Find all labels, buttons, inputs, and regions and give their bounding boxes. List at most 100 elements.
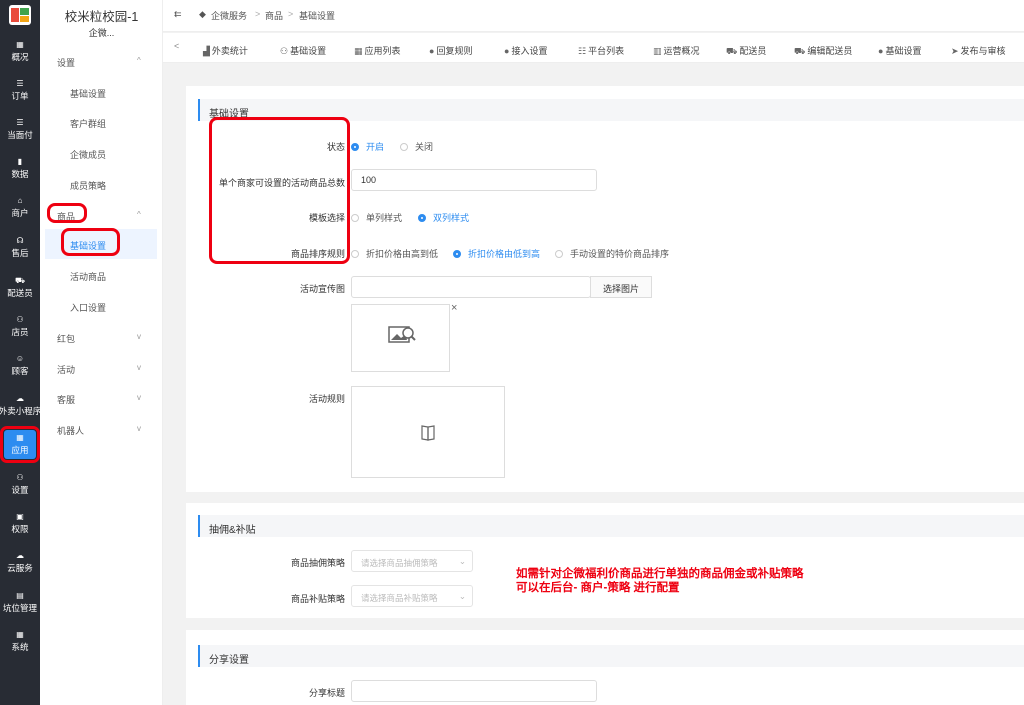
user-icon: ⚇	[280, 46, 289, 56]
school-subtitle: 企微...	[88, 28, 115, 38]
rail-item-system[interactable]: ▦ 系统	[0, 630, 40, 653]
rail-item-after-sales[interactable]: ☊ 售后	[0, 236, 40, 259]
highlight-basic-options	[209, 117, 350, 264]
commission-strategy-select[interactable]: 请选择商品抽佣策略 ⌄	[351, 550, 473, 572]
tab-edit-courier[interactable]: ⛟ 编辑配送员	[794, 44, 852, 58]
breadcrumb-separator: >	[255, 9, 261, 19]
sort-manual-radio[interactable]: 手动设置的特价商品排序	[555, 247, 669, 260]
bar-chart-icon: ▮	[17, 157, 23, 166]
sidebar-item-activity-goods[interactable]: 活动商品	[70, 270, 106, 283]
radio-unchecked-icon	[351, 250, 359, 258]
app-logo[interactable]	[9, 5, 31, 25]
sidebar-item-wecom-members[interactable]: 企微成员	[70, 148, 106, 161]
cloud-icon: ☁	[16, 551, 24, 560]
sidebar-group-settings[interactable]: 设置 ^	[57, 56, 141, 69]
tab-scroll-left-icon[interactable]: <	[174, 41, 179, 51]
remove-image-icon[interactable]: ×	[451, 302, 457, 314]
truck-icon: ⛟	[794, 46, 806, 56]
lock-icon: ▣	[16, 512, 24, 521]
smile-icon: ☺	[15, 354, 25, 363]
tab-access-settings[interactable]: ● 接入设置	[504, 44, 547, 57]
tab-app-list[interactable]: ▦ 应用列表	[354, 44, 401, 57]
breadcrumb-wecom[interactable]: 企微服务	[211, 9, 247, 22]
rail-item-slots[interactable]: ▤ 坑位管理	[0, 591, 40, 614]
sidebar-group-robot[interactable]: 机器人 v	[57, 424, 141, 437]
apps-icon: ▦	[16, 433, 24, 442]
tab-bar: < ▟ 外卖统计 ⚇ 基础设置 ▦ 应用列表 ● 回复规则 ● 接入设置 ☷ 平台列表 ▥ 运…	[163, 33, 1024, 63]
share-title-input[interactable]	[351, 680, 597, 702]
breadcrumb-goods[interactable]: 商品	[265, 9, 283, 22]
chevron-down-icon: ⌄	[458, 556, 466, 566]
status-on-radio[interactable]: 开启	[351, 140, 384, 153]
rules-label: 活动规则	[308, 394, 345, 404]
sidebar-group-activity[interactable]: 活动 v	[57, 363, 141, 376]
school-name: 校米粒校园-1	[64, 10, 139, 24]
rail-item-overview[interactable]: ▦ 概况	[0, 40, 40, 63]
sort-high-low-radio[interactable]: 折扣价格由高到低	[351, 247, 438, 260]
store-icon: ⌂	[17, 196, 23, 205]
rail-item-permissions[interactable]: ▣ 权限	[0, 512, 40, 535]
radio-unchecked-icon	[400, 143, 408, 151]
rail-item-orders[interactable]: ☰ 订单	[0, 79, 40, 102]
tab-publish-review[interactable]: ➤ 发布与审核	[951, 44, 1006, 57]
tab-reply-rules[interactable]: ● 回复规则	[429, 44, 472, 57]
section-title-share: 分享设置	[198, 645, 1024, 667]
sidebar-group-red-packet[interactable]: 红包 v	[57, 332, 141, 345]
windows-icon: ▦	[16, 630, 24, 639]
radio-unchecked-icon	[555, 250, 563, 258]
document-icon: ▤	[16, 591, 24, 600]
sidebar-item-member-strategy[interactable]: 成员策略	[70, 179, 106, 192]
app-rail: ▦ 概况 ☰ 订单 ☰ 当面付 ▮ 数据 ⌂ 商户 ☊ 售后 ⛟ 配送员 ⚇ 店员 ☺ 顾客 ☁ 外…	[0, 0, 41, 705]
sidebar-group-service[interactable]: 客服 v	[57, 393, 141, 406]
rail-item-courier[interactable]: ⛟ 配送员	[0, 276, 40, 299]
radio-checked-icon	[418, 214, 426, 222]
chevron-down-icon: v	[137, 424, 141, 433]
tab-operation-overview[interactable]: ▥ 运营概况	[653, 44, 700, 57]
rail-item-face-pay[interactable]: ☰ 当面付	[0, 118, 40, 141]
sort-low-high-radio[interactable]: 折扣价格由低到高	[453, 247, 540, 260]
rail-item-data[interactable]: ▮ 数据	[0, 157, 40, 180]
goods-limit-input[interactable]: 100	[351, 169, 597, 191]
highlight-goods-basic	[61, 228, 120, 256]
banner-image-preview[interactable]	[351, 304, 450, 372]
rail-item-cloud[interactable]: ☁ 云服务	[0, 551, 40, 574]
secondary-sidebar: 校米粒校园-1 企微... 设置 ^ 基础设置 客户群组 企微成员 成员策略 商品…	[40, 0, 163, 705]
chevron-up-icon: ^	[137, 210, 141, 219]
headset-icon: ☊	[16, 236, 24, 245]
rules-editor[interactable]	[351, 386, 505, 478]
status-off-radio[interactable]: 关闭	[400, 140, 433, 153]
highlight-goods	[47, 203, 87, 223]
list-icon: ☰	[16, 118, 24, 127]
rail-item-apps[interactable]: ▦ 应用	[0, 426, 40, 463]
tab-basic-settings-2[interactable]: ● 基础设置	[878, 44, 921, 57]
choose-image-button[interactable]: 选择图片	[590, 276, 652, 298]
subsidy-strategy-select[interactable]: 请选择商品补贴策略 ⌄	[351, 585, 473, 607]
tab-takeout-stats[interactable]: ▟ 外卖统计	[203, 44, 248, 57]
radio-unchecked-icon	[351, 214, 359, 222]
template-double-radio[interactable]: 双列样式	[418, 211, 469, 224]
table-icon: ▥	[653, 46, 662, 56]
subsidy-strategy-label: 商品补贴策略	[290, 594, 345, 604]
template-single-radio[interactable]: 单列样式	[351, 211, 402, 224]
rail-item-clerk[interactable]: ⚇ 店员	[0, 315, 40, 338]
grid-icon: ▦	[16, 40, 24, 49]
collapse-menu-icon[interactable]: ⇇	[174, 9, 182, 20]
user-settings-icon: ⚇	[16, 473, 24, 482]
list-icon: ☷	[578, 46, 587, 56]
radio-checked-icon	[453, 250, 461, 258]
tab-courier[interactable]: ⛟ 配送员	[726, 44, 766, 58]
wechat-icon: ●	[429, 46, 435, 56]
book-icon	[421, 425, 435, 441]
chevron-up-icon: ^	[137, 56, 141, 65]
send-icon: ➤	[951, 46, 959, 56]
tab-basic-settings[interactable]: ⚇ 基础设置	[280, 44, 326, 57]
tab-platform-list[interactable]: ☷ 平台列表	[578, 44, 624, 57]
banner-url-input[interactable]	[351, 276, 591, 298]
rail-item-customer[interactable]: ☺ 顾客	[0, 354, 40, 377]
rail-item-merchant[interactable]: ⌂ 商户	[0, 196, 40, 219]
rail-item-settings[interactable]: ⚇ 设置	[0, 473, 40, 496]
users-icon: ⚇	[16, 315, 24, 324]
sidebar-item-customer-groups[interactable]: 客户群组	[70, 117, 106, 130]
sidebar-item-basic-settings[interactable]: 基础设置	[70, 87, 106, 100]
sidebar-item-entry-settings[interactable]: 入口设置	[70, 301, 106, 314]
